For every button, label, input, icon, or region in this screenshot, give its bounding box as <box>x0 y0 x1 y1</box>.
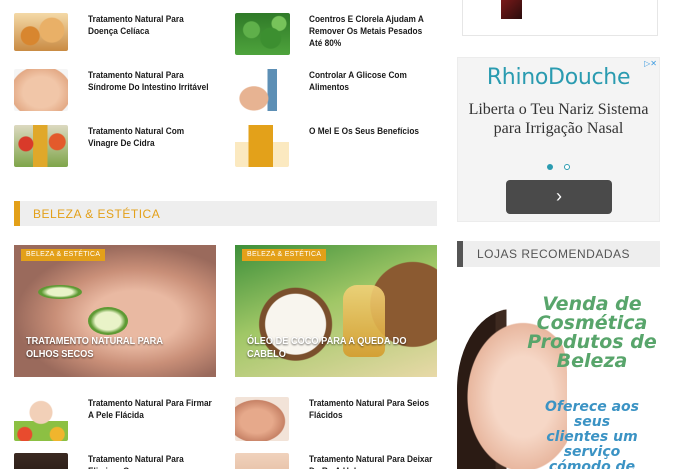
featured-post[interactable]: BELEZA & ESTÉTICA ÓLEO DE COCO PARA A QU… <box>235 245 437 377</box>
cucumber-photo <box>88 307 128 335</box>
post-title[interactable]: Tratamento Natural Com Vinagre De Cidra <box>88 125 213 149</box>
ad-next-button[interactable]: › <box>506 180 612 214</box>
carousel-dot[interactable] <box>564 164 570 170</box>
post-title[interactable]: Tratamento Natural Para Firmar A Pele Fl… <box>88 397 213 421</box>
section-title[interactable]: BELEZA & ESTÉTICA <box>33 207 160 221</box>
vinegar-photo[interactable] <box>14 125 68 167</box>
post-title[interactable]: Tratamento Natural Para Seios Flácidos <box>309 397 434 421</box>
book-cover-photo[interactable] <box>501 0 522 19</box>
category-badge[interactable]: BELEZA & ESTÉTICA <box>242 249 327 261</box>
cucumber-photo <box>38 285 82 299</box>
skin-photo[interactable] <box>235 453 289 469</box>
fruit-face-photo[interactable] <box>14 397 68 441</box>
banner-subtext[interactable]: Oferece aos seus clientes um serviço cóm… <box>542 400 642 469</box>
widget-title: LOJAS RECOMENDADAS <box>477 247 631 261</box>
chevron-right-icon: › <box>556 186 562 206</box>
sidebar-widget <box>462 0 658 36</box>
ad-tagline[interactable]: Liberta o Teu Nariz Sistema para Irrigaç… <box>458 100 659 138</box>
post-title[interactable]: Controlar A Glicose Com Alimentos <box>309 69 434 93</box>
post-title[interactable]: Tratamento Natural Para Deixar De Ro A U… <box>309 453 434 469</box>
widget-header: LOJAS RECOMENDADAS <box>457 241 660 267</box>
featured-title[interactable]: TRATAMENTO NATURAL PARA OLHOS SECOS <box>26 335 187 361</box>
glucose-test-photo[interactable] <box>235 69 289 111</box>
post-title[interactable]: Tratamento Natural Para Doença Celíaca <box>88 13 213 37</box>
herb-photo[interactable] <box>235 13 290 55</box>
body-photo[interactable] <box>235 397 289 441</box>
featured-title[interactable]: ÓLEO DE COCO PARA A QUEDA DO CABELO <box>247 335 408 361</box>
post-title[interactable]: Coentros E Clorela Ajudam A Remover Os M… <box>309 13 434 49</box>
category-badge[interactable]: BELEZA & ESTÉTICA <box>21 249 106 261</box>
featured-post[interactable]: BELEZA & ESTÉTICA TRATAMENTO NATURAL PAR… <box>14 245 216 377</box>
post-title[interactable]: Tratamento Natural Para Síndrome Do Inte… <box>88 69 213 93</box>
honey-photo[interactable] <box>235 125 289 167</box>
bread-photo[interactable] <box>14 13 68 51</box>
hair-photo[interactable] <box>14 453 68 469</box>
post-title[interactable]: O Mel E Os Seus Benefícios <box>309 125 434 137</box>
carousel-dot-active[interactable] <box>547 164 553 170</box>
banner-headline[interactable]: Venda de Cosmética Produtos de Beleza <box>527 295 657 371</box>
belly-photo[interactable] <box>14 69 68 111</box>
ad-banner[interactable]: ▷✕ RhinoDouche Liberta o Teu Nariz Siste… <box>457 57 660 222</box>
store-banner[interactable]: Venda de Cosmética Produtos de Beleza Of… <box>457 289 660 469</box>
ad-brand[interactable]: RhinoDouche <box>458 65 659 90</box>
section-header: BELEZA & ESTÉTICA <box>14 201 437 226</box>
post-title[interactable]: Tratamento Natural Para Eliminar O... <box>88 453 213 469</box>
